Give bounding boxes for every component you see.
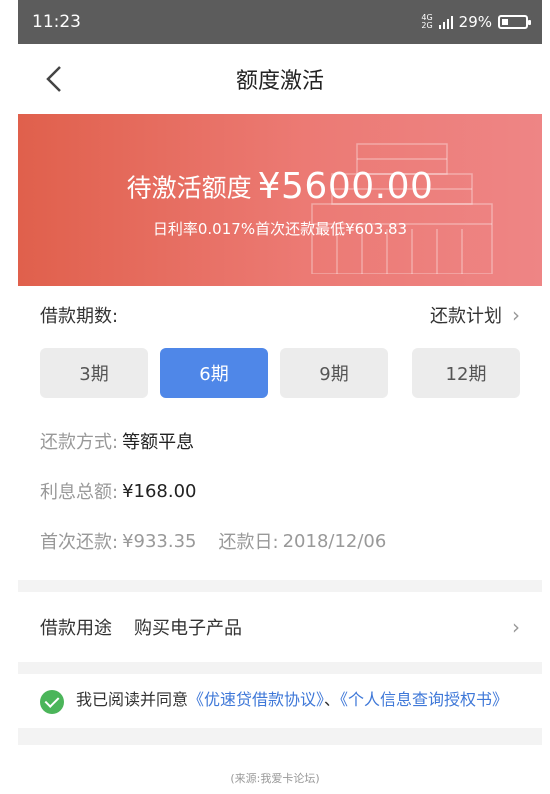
loan-purpose-row[interactable]: 借款用途 购买电子产品 › — [18, 592, 542, 662]
credit-rate-info: 日利率0.017%首次还款最低¥603.83 — [152, 220, 408, 238]
network-type: 4G 2G — [421, 13, 433, 30]
chevron-right-icon: › — [512, 615, 520, 639]
term-option[interactable]: 6期 — [160, 348, 268, 398]
agree-checkbox-icon[interactable] — [40, 690, 64, 714]
total-interest: 利息总额: ¥168.00 — [40, 480, 197, 504]
divider — [18, 662, 542, 674]
signal-icon — [438, 15, 453, 29]
credit-banner: 待激活额度 ¥5600.00 日利率0.017%首次还款最低¥603.83 — [18, 114, 542, 286]
repayment-method: 还款方式: 等额平息 — [40, 432, 195, 453]
term-option[interactable]: 3期 — [40, 348, 148, 398]
credit-auth-link[interactable]: 《个人信息查询授权书》 — [340, 690, 508, 709]
loan-purpose-value: 购买电子产品 — [134, 618, 242, 639]
battery-icon — [498, 15, 531, 29]
status-time: 11:23 — [32, 12, 81, 32]
battery-percent: 29% — [458, 13, 492, 31]
divider — [18, 580, 542, 592]
chevron-right-icon: › — [512, 303, 520, 327]
loan-agreement-link[interactable]: 《优速贷借款协议》 — [188, 690, 324, 709]
repayment-plan-link[interactable]: 还款计划 › — [430, 302, 520, 328]
phone-screen: 11:23 4G 2G 29% 额度激活 待激活额度 ¥5600.00 日利率0… — [18, 0, 542, 745]
credit-amount-label: 待激活额度 — [126, 173, 252, 203]
term-options: 3期 6期 9期 12期 — [18, 344, 542, 398]
term-option[interactable]: 9期 — [280, 348, 388, 398]
periods-label: 借款期数: — [40, 306, 119, 327]
nav-bar: 额度激活 — [18, 44, 542, 114]
page-title: 额度激活 — [235, 69, 324, 94]
agreement-text: 我已阅读并同意《优速贷借款协议》、《个人信息查询授权书》 — [76, 690, 509, 709]
credit-amount-value: ¥5600.00 — [257, 166, 434, 207]
first-payment: 首次还款: ¥933.35 还款日: 2018/12/06 — [40, 530, 387, 554]
term-option[interactable]: 12期 — [412, 348, 520, 398]
status-bar: 11:23 4G 2G 29% — [18, 0, 542, 44]
repayment-info: 还款方式: 等额平息 利息总额: ¥168.00 首次还款: ¥933.35 还… — [18, 398, 542, 566]
periods-row: 借款期数: 还款计划 › — [18, 286, 542, 344]
status-indicators: 4G 2G 29% — [421, 13, 531, 31]
agreement-row: 我已阅读并同意《优速贷借款协议》、《个人信息查询授权书》 — [18, 674, 542, 728]
source-caption: (来源:我爱卡论坛) — [230, 772, 320, 785]
back-arrow-icon[interactable] — [40, 64, 70, 94]
loan-details: 借款期数: 还款计划 › 3期 6期 9期 12期 还款方式: 等额平息 利息总… — [18, 286, 542, 580]
credit-amount: 待激活额度 ¥5600.00 — [18, 166, 542, 207]
loan-purpose-label: 借款用途 — [40, 618, 112, 639]
repayment-plan-label: 还款计划 — [430, 306, 502, 327]
